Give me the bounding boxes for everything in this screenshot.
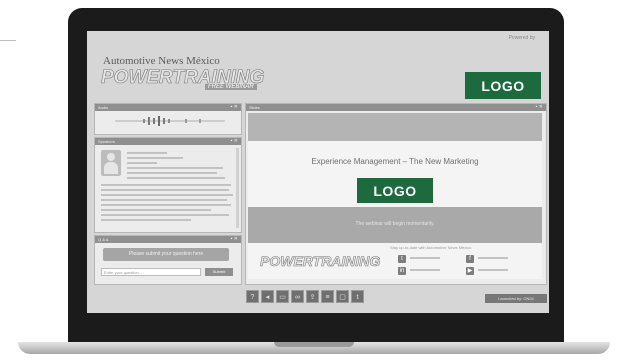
webinar-console: Powered by Automotive News México POWERT…	[87, 31, 549, 313]
notes-icon[interactable]: ≡	[321, 290, 334, 303]
slide-footer-logo: POWERTRAINING	[260, 253, 381, 270]
chat-icon[interactable]: ▢	[336, 290, 349, 303]
submit-question-button[interactable]: Submit	[205, 268, 233, 276]
qa-prompt-text: Please submit your question here	[103, 248, 229, 261]
folder-icon[interactable]: ▭	[276, 290, 289, 303]
slide-status-text: The webinar will begin momentarily.	[355, 221, 435, 227]
panel-controls-icon[interactable]: ▪ ✕	[536, 104, 543, 111]
logo-placeholder-top: LOGO	[465, 72, 541, 99]
speakers-panel-title: Speakers	[98, 139, 115, 144]
panel-controls-icon[interactable]: ▪ ✕	[231, 104, 238, 111]
twitter-icon: t	[398, 255, 406, 263]
help-icon[interactable]: ?	[246, 290, 259, 303]
speakers-scrollbar[interactable]	[236, 148, 239, 228]
publisher-name: Automotive News México	[103, 55, 220, 67]
panel-controls-icon[interactable]: ▪ ✕	[231, 138, 238, 145]
linkedin-icon: in	[398, 267, 406, 275]
link-icon[interactable]: ∞	[291, 290, 304, 303]
volume-icon[interactable]: ◂	[261, 290, 274, 303]
panel-controls-icon[interactable]: ▪ ✕	[231, 236, 238, 243]
launch-badge[interactable]: Launched by: ON24	[485, 294, 547, 303]
qa-panel-title: Q & A	[98, 237, 109, 242]
slide-footer-connect: Stay up-to-date with Automotive News Méx…	[390, 245, 472, 250]
question-input[interactable]: Enter your question...	[101, 268, 201, 276]
powered-by-label: Powered by	[508, 35, 535, 41]
audio-panel-title: Audio	[98, 105, 109, 110]
speakers-panel-header: Speakers ▪ ✕	[95, 138, 241, 145]
slides-panel-title: Slides	[249, 105, 260, 110]
speaker-photo	[101, 150, 121, 176]
audio-panel: Audio ▪ ✕	[94, 103, 242, 135]
laptop-notch	[274, 342, 354, 347]
slide-title: Experience Management – The New Marketin…	[311, 157, 479, 166]
slide-top-band	[248, 113, 542, 141]
slides-panel-header: Slides ▪ ✕	[246, 104, 546, 111]
audio-waveform-icon	[115, 116, 225, 126]
qa-panel: Q & A ▪ ✕ Please submit your question he…	[94, 235, 242, 285]
brand-subtitle: FREE WEBINAR	[205, 84, 257, 90]
facebook-icon: f	[466, 255, 474, 263]
audio-panel-header: Audio ▪ ✕	[95, 104, 241, 111]
decorative-line	[0, 40, 16, 41]
share-icon[interactable]: ⇪	[306, 290, 319, 303]
slide-footer: POWERTRAINING Stay up-to-date with Autom…	[248, 243, 542, 279]
twitter-button-icon[interactable]: t	[351, 290, 364, 303]
speakers-panel: Speakers ▪ ✕	[94, 137, 242, 233]
logo-placeholder-slide: LOGO	[357, 178, 433, 203]
qa-panel-header: Q & A ▪ ✕	[95, 236, 241, 243]
youtube-icon: ▶	[466, 267, 474, 275]
